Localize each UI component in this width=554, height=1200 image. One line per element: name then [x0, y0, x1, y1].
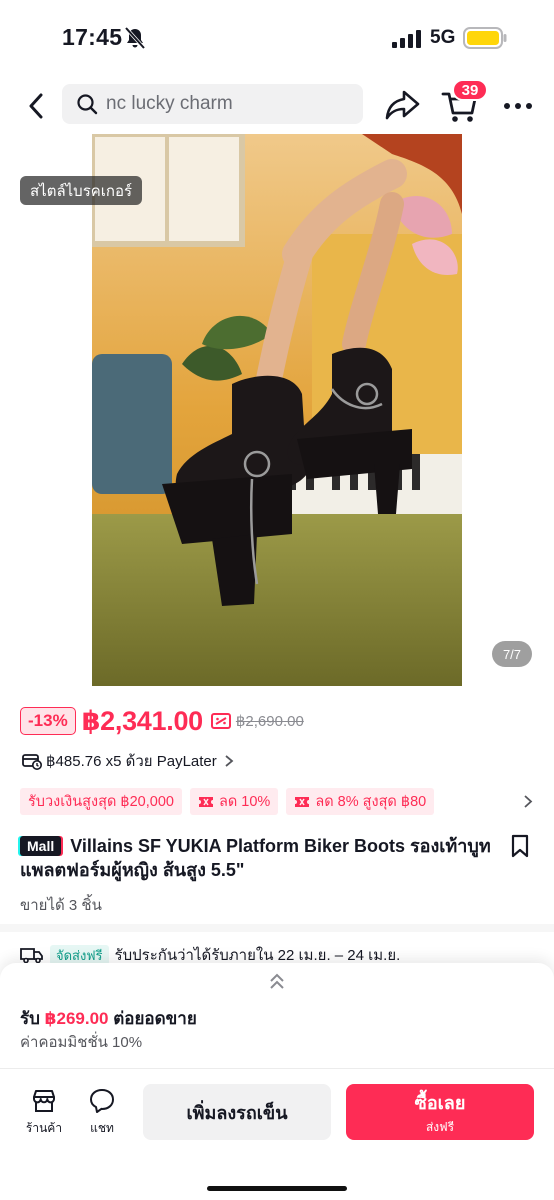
product-title: Villains SF YUKIA Platform Biker Boots ร…: [20, 836, 491, 880]
buy-now-button[interactable]: ซื้อเลย ส่งฟรี: [346, 1084, 534, 1140]
sold-count: ขายได้ 3 ชิ้น: [20, 897, 102, 914]
search-icon: [77, 94, 98, 115]
coupon-label: รับวงเงินสูงสุด ฿20,000: [28, 794, 174, 810]
chevron-up-double-icon[interactable]: [266, 971, 288, 993]
home-indicator: [207, 1186, 347, 1191]
paylater-row[interactable]: ฿485.76 x5 ด้วย PayLater: [22, 750, 235, 772]
store-icon: [33, 1090, 55, 1112]
earn-suffix: ต่อยอดขาย: [113, 1009, 197, 1028]
coupon-label: ลด 10%: [218, 794, 271, 810]
free-shipping-badge: จัดส่งฟรี: [50, 945, 109, 965]
chevron-left-icon: [29, 93, 43, 119]
coupon-8-percent[interactable]: ลด 8% สูงสุด ฿80: [286, 788, 435, 815]
status-bar: 17:45 5G: [0, 0, 554, 74]
product-photo: [92, 134, 462, 686]
commission-sheet: รับ ฿269.00 ต่อยอดขาย ค่าคอมมิชชั่น 10%: [0, 963, 554, 1073]
buy-now-label: ซื้อเลย: [414, 1092, 466, 1113]
coupon-label: ลด 8% สูงสุด ฿80: [315, 794, 427, 810]
earn-prefix: รับ: [20, 1009, 40, 1028]
current-price: ฿2,341.00: [81, 705, 203, 736]
network-label: 5G: [430, 27, 456, 48]
coupon-icon: [198, 796, 213, 807]
product-image[interactable]: [92, 134, 462, 686]
section-divider: [0, 924, 554, 932]
paylater-text: ฿485.76 x5 ด้วย PayLater: [46, 753, 217, 770]
cart-count-badge: 39: [452, 79, 488, 101]
paylater-card-icon: [22, 754, 42, 770]
chat-icon: [90, 1089, 114, 1113]
battery-icon: [463, 27, 507, 49]
chat-button[interactable]: แชท: [78, 1087, 126, 1138]
bottom-action-bar: ร้านค้า แชท เพิ่มลงรถเข็น ซื้อเลย ส่งฟรี: [0, 1069, 554, 1200]
earn-amount: ฿269.00: [44, 1009, 109, 1028]
chat-label: แชท: [90, 1121, 114, 1135]
search-query-text: nc lucky charm: [106, 93, 233, 114]
search-bar[interactable]: nc lucky charm: [62, 84, 363, 124]
signal-icon: [392, 30, 421, 48]
coupon-row: รับวงเงินสูงสุด ฿20,000 ลด 10% ลด 8% สูง…: [20, 788, 534, 815]
store-label: ร้านค้า: [25, 1121, 63, 1135]
free-shipping-label: ส่งฟรี: [425, 1119, 455, 1134]
chevron-right-icon[interactable]: [522, 794, 534, 809]
bell-muted-icon: [124, 26, 146, 50]
back-button[interactable]: [18, 88, 54, 124]
chevron-right-icon: [225, 755, 234, 767]
earn-per-sale: รับ ฿269.00 ต่อยอดขาย: [20, 1005, 197, 1032]
share-icon[interactable]: [384, 88, 422, 122]
coupon-icon: [295, 796, 310, 807]
bookmark-icon[interactable]: [509, 834, 531, 858]
add-to-cart-button[interactable]: เพิ่มลงรถเข็น: [143, 1084, 331, 1140]
coupon-10-percent[interactable]: ลด 10%: [189, 788, 279, 815]
store-button[interactable]: ร้านค้า: [20, 1087, 68, 1138]
truck-icon: [20, 948, 43, 964]
price-row: -13% ฿2,341.00 ฿2,690.00: [20, 704, 304, 738]
top-header: nc lucky charm 39: [0, 74, 554, 134]
image-counter: 7/7: [492, 641, 532, 667]
original-price: ฿2,690.00: [235, 713, 304, 730]
style-tag: สไตล์ไบรคเกอร์: [20, 176, 143, 205]
more-options-icon[interactable]: [502, 94, 534, 118]
coupon-credit-limit[interactable]: รับวงเงินสูงสุด ฿20,000: [20, 788, 182, 815]
status-time: 17:45: [62, 24, 123, 50]
price-tag-icon: [210, 713, 231, 729]
mall-badge: Mall: [20, 836, 62, 856]
product-title-block: Mall Villains SF YUKIA Platform Biker Bo…: [20, 834, 500, 882]
commission-rate: ค่าคอมมิชชั่น 10%: [20, 1034, 143, 1051]
discount-badge: -13%: [20, 707, 76, 735]
